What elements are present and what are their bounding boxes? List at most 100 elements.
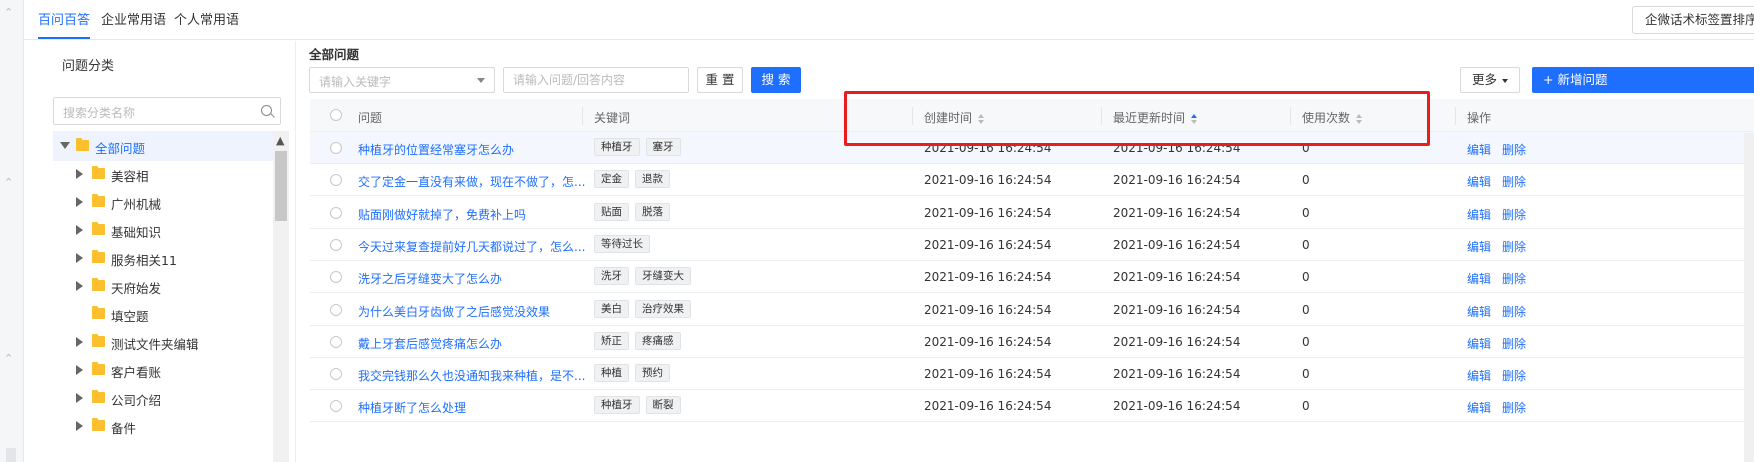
question-link[interactable]: 种植牙的位置经常塞牙怎么办 [358, 141, 514, 158]
column-divider[interactable] [1455, 107, 1456, 125]
tree-node-label: 天府始发 [111, 281, 162, 296]
created-time: 2021-09-16 16:24:54 [924, 270, 1052, 285]
caret-right-icon[interactable] [76, 169, 83, 179]
question-link[interactable]: 洗牙之后牙缝变大了怎么办 [358, 270, 502, 287]
chevron-up-icon[interactable]: ⌃ [4, 6, 13, 19]
table-row: 交了定金一直没有来做，现在不做了，怎... 定金 退款 2021-09-16 16:2… [310, 164, 1754, 197]
tree-node[interactable]: 客户看账 [53, 355, 273, 385]
question-link[interactable]: 种植牙断了怎么处理 [358, 399, 466, 416]
chevron-up-icon[interactable]: ⌃ [4, 176, 13, 189]
caret-right-icon[interactable] [76, 253, 83, 263]
table-row: 戴上牙套后感觉疼痛怎么办 矫正 疼痛感 2021-09-16 16:24:54 2021… [310, 326, 1754, 358]
tree-node[interactable]: 天府始发 [53, 271, 273, 301]
keyword-tag: 牙缝变大 [635, 267, 691, 286]
chevron-up-icon[interactable]: ⌃ [4, 352, 13, 365]
add-question-button[interactable]: + 新增问题 [1532, 67, 1754, 93]
row-checkbox[interactable] [330, 206, 342, 219]
delete-button[interactable]: 删除 [1502, 369, 1526, 383]
row-actions: 编辑 删除 [1467, 206, 1537, 223]
edit-button[interactable]: 编辑 [1467, 175, 1491, 189]
tree-node[interactable]: 服务相关11 [53, 243, 273, 273]
caret-right-icon[interactable] [76, 197, 83, 207]
tab-enterprise-phrases[interactable]: 企业常用语 [101, 9, 166, 37]
row-checkbox[interactable] [330, 238, 342, 251]
delete-button[interactable]: 删除 [1502, 401, 1526, 415]
gutter-handle [6, 448, 16, 462]
created-time: 2021-09-16 16:24:54 [924, 302, 1052, 317]
row-checkbox[interactable] [330, 174, 342, 187]
search-button[interactable]: 搜 索 [751, 67, 801, 93]
tree-node-root[interactable]: 全部问题 [53, 131, 273, 161]
caret-right-icon[interactable] [76, 365, 83, 375]
tag-sort-button[interactable]: 企微话术标签置排序 [1632, 6, 1754, 34]
row-checkbox[interactable] [330, 142, 342, 154]
tree-node[interactable]: 测试文件夹编辑 [53, 327, 273, 357]
row-checkbox[interactable] [330, 400, 342, 413]
row-actions: 编辑 删除 [1467, 238, 1537, 255]
edit-button[interactable]: 编辑 [1467, 272, 1491, 286]
question-link[interactable]: 今天过来复查提前好几天都说过了，怎么... [358, 238, 585, 255]
keyword-tags: 等待过长 [594, 234, 656, 253]
caret-right-icon[interactable] [76, 393, 83, 403]
question-link[interactable]: 贴面刚做好就掉了，免费补上吗 [358, 206, 526, 223]
tree-node[interactable]: 基础知识 [53, 215, 273, 245]
question-link[interactable]: 为什么美白牙齿做了之后感觉没效果 [358, 303, 550, 320]
row-checkbox[interactable] [330, 368, 342, 381]
updated-time: 2021-09-16 16:24:54 [1113, 334, 1241, 349]
delete-button[interactable]: 删除 [1502, 272, 1526, 286]
edit-button[interactable]: 编辑 [1467, 143, 1491, 157]
question-link[interactable]: 戴上牙套后感觉疼痛怎么办 [358, 335, 502, 352]
delete-button[interactable]: 删除 [1502, 337, 1526, 351]
caret-right-icon[interactable] [76, 337, 83, 347]
table-scrollbar[interactable] [1744, 133, 1754, 462]
row-checkbox[interactable] [330, 335, 342, 348]
select-all-checkbox[interactable] [330, 109, 342, 121]
updated-time: 2021-09-16 16:24:54 [1113, 237, 1241, 252]
page-title: 全部问题 [309, 47, 360, 62]
folder-icon [92, 222, 105, 235]
edit-button[interactable]: 编辑 [1467, 401, 1491, 415]
column-divider[interactable] [582, 107, 583, 125]
sidebar-scrollbar[interactable]: ▲ [273, 131, 289, 462]
usage-count: 0 [1302, 173, 1310, 188]
search-icon[interactable] [261, 105, 272, 116]
caret-right-icon[interactable] [76, 421, 83, 431]
question-search-input[interactable] [503, 67, 689, 93]
edit-button[interactable]: 编辑 [1467, 305, 1491, 319]
keyword-tag: 定金 [594, 170, 629, 189]
folder-icon [92, 194, 105, 207]
caret-right-icon[interactable] [76, 281, 83, 291]
tree-node[interactable]: 美容相 [53, 159, 273, 189]
chevron-up-icon[interactable]: ▲ [276, 134, 284, 147]
scrollbar-thumb[interactable] [275, 151, 287, 221]
category-search-input[interactable]: 搜索分类名称 [53, 97, 281, 125]
delete-button[interactable]: 删除 [1502, 305, 1526, 319]
tree-node[interactable]: 广州机械 [53, 187, 273, 217]
tab-faq[interactable]: 百问百答 [38, 9, 91, 39]
created-time: 2021-09-16 16:24:54 [924, 205, 1052, 220]
row-checkbox[interactable] [330, 271, 342, 284]
tree-node[interactable]: 备件 [53, 411, 273, 441]
reset-button[interactable]: 重 置 [697, 67, 743, 93]
tree-node-label: 备件 [111, 421, 137, 436]
edit-button[interactable]: 编辑 [1467, 369, 1491, 383]
delete-button[interactable]: 删除 [1502, 175, 1526, 189]
edit-button[interactable]: 编辑 [1467, 337, 1491, 351]
keyword-tags: 种植 预约 [594, 364, 676, 383]
row-checkbox[interactable] [330, 303, 342, 316]
edit-button[interactable]: 编辑 [1467, 240, 1491, 254]
tree-node[interactable]: 公司介绍 [53, 383, 273, 413]
tab-personal-phrases[interactable]: 个人常用语 [174, 9, 239, 37]
question-link[interactable]: 我交完钱那么久也没通知我来种植，是不... [358, 367, 585, 384]
delete-button[interactable]: 删除 [1502, 240, 1526, 254]
delete-button[interactable]: 删除 [1502, 143, 1526, 157]
caret-right-icon[interactable] [76, 225, 83, 235]
keyword-tag: 矫正 [594, 331, 629, 350]
edit-button[interactable]: 编辑 [1467, 208, 1491, 222]
delete-button[interactable]: 删除 [1502, 208, 1526, 222]
caret-down-icon[interactable] [60, 142, 70, 149]
tree-node[interactable]: 填空题 [53, 299, 273, 329]
question-link[interactable]: 交了定金一直没有来做，现在不做了，怎... [358, 173, 585, 190]
keyword-select[interactable]: 请输入关键字 [309, 67, 495, 93]
more-button[interactable]: 更多 [1460, 67, 1520, 93]
